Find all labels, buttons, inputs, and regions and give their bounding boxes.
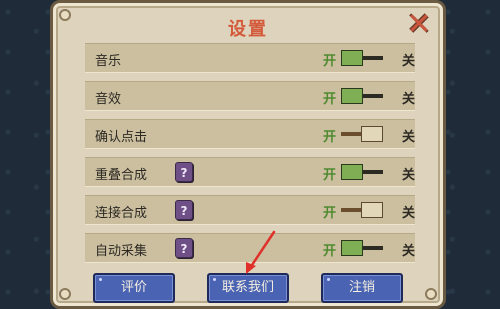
- off-label: 关: [401, 54, 415, 69]
- setting-label: 重叠合成: [95, 168, 148, 183]
- rate-button-label: 评价: [120, 280, 147, 295]
- on-label: 开: [323, 92, 337, 107]
- auto-collect-toggle[interactable]: [341, 240, 383, 256]
- help-icon[interactable]: ?: [175, 200, 193, 220]
- help-icon[interactable]: ?: [175, 162, 193, 182]
- setting-label: 连接合成: [95, 206, 148, 221]
- contact-us-button-label: 联系我们: [221, 280, 274, 295]
- toggle-knob: [361, 202, 383, 218]
- logout-button[interactable]: 注销: [321, 273, 403, 303]
- setting-label: 自动采集: [95, 244, 148, 259]
- sound-effects-toggle[interactable]: [341, 88, 383, 104]
- help-icon[interactable]: ?: [175, 238, 193, 258]
- setting-row-sound-effects: 音效 开 关: [85, 81, 415, 111]
- off-label: 关: [401, 130, 415, 145]
- confirm-click-toggle[interactable]: [341, 126, 383, 142]
- toggle-knob: [341, 50, 363, 66]
- off-label: 关: [401, 168, 415, 183]
- toggle-group: 开 关: [323, 125, 415, 147]
- music-toggle[interactable]: [341, 50, 383, 66]
- on-label: 开: [323, 244, 337, 259]
- dialog-title: 设置: [228, 19, 268, 40]
- toggle-group: 开 关: [323, 87, 415, 109]
- setting-row-stack-merge: 重叠合成 ? 开 关: [85, 157, 415, 187]
- corner-ornament: [425, 288, 437, 300]
- toggle-knob: [341, 164, 363, 180]
- on-label: 开: [323, 54, 337, 69]
- setting-label: 音乐: [95, 54, 122, 69]
- setting-row-auto-collect: 自动采集 ? 开 关: [85, 233, 415, 263]
- on-label: 开: [323, 168, 337, 183]
- logout-button-label: 注销: [348, 280, 375, 295]
- toggle-group: 开 关: [323, 201, 415, 223]
- settings-dialog: 设置 ✕ 音乐 开 关 音效 开 关 确认点击 开 关 重叠合成 ? 开 关 连…: [50, 0, 446, 309]
- off-label: 关: [401, 244, 415, 259]
- toggle-knob: [341, 88, 363, 104]
- toggle-knob: [361, 126, 383, 142]
- off-label: 关: [401, 92, 415, 107]
- on-label: 开: [323, 206, 337, 221]
- toggle-knob: [341, 240, 363, 256]
- setting-row-music: 音乐 开 关: [85, 43, 415, 73]
- button-ornament: [213, 278, 216, 281]
- setting-row-confirm-click: 确认点击 开 关: [85, 119, 415, 149]
- toggle-group: 开 关: [323, 163, 415, 185]
- corner-ornament: [59, 288, 71, 300]
- chain-merge-toggle[interactable]: [341, 202, 383, 218]
- button-ornament: [327, 278, 330, 281]
- rate-button[interactable]: 评价: [93, 273, 175, 303]
- setting-row-chain-merge: 连接合成 ? 开 关: [85, 195, 415, 225]
- toggle-group: 开 关: [323, 49, 415, 71]
- contact-us-button[interactable]: 联系我们: [207, 273, 289, 303]
- toggle-group: 开 关: [323, 239, 415, 261]
- setting-label: 音效: [95, 92, 122, 107]
- button-ornament: [99, 278, 102, 281]
- stack-merge-toggle[interactable]: [341, 164, 383, 180]
- close-icon[interactable]: ✕: [405, 10, 433, 40]
- setting-label: 确认点击: [95, 130, 148, 145]
- off-label: 关: [401, 206, 415, 221]
- on-label: 开: [323, 130, 337, 145]
